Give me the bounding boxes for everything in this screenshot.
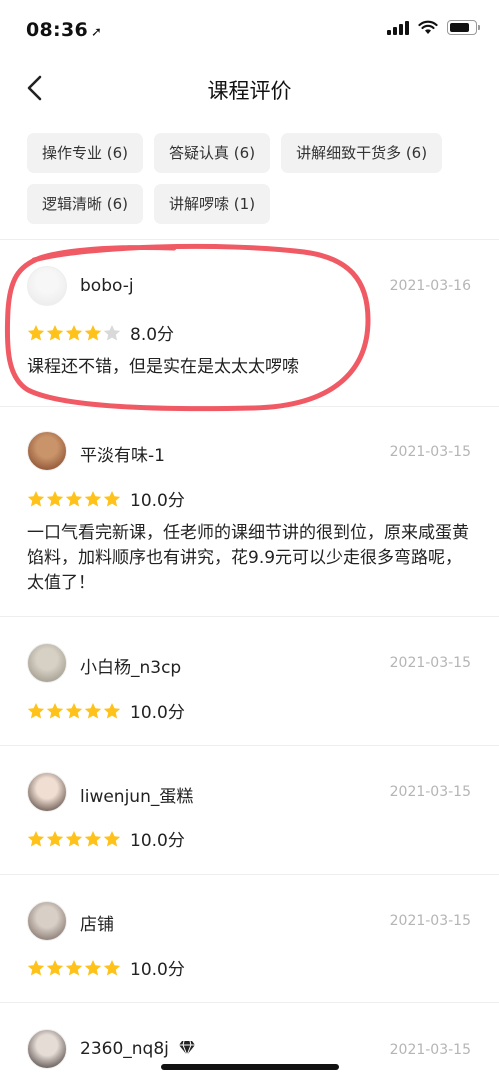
review-item: 平淡有味-1 2021-03-15 10.0分 一口气看完新课，任老师的课细节讲… — [0, 407, 499, 617]
score-text: 10.0分 — [130, 960, 185, 980]
reviewer-name[interactable]: liwenjun_蛋糕 — [80, 782, 193, 807]
review-content: 一口气看完新课，任老师的课细节讲的很到位，原来咸蛋黄馅料，加料顺序也有讲究，花9… — [27, 523, 469, 593]
star-rating — [27, 830, 121, 848]
review-date: 2021-03-15 — [389, 444, 471, 460]
clock-text: 08:36 — [26, 19, 88, 41]
review-item: bobo-j 2021-03-16 8.0分 课程还不错，但是实在是太太太啰嗦 — [0, 240, 499, 407]
star-filled-icon — [84, 490, 102, 506]
cellular-signal-icon — [387, 20, 409, 35]
reviewer-name[interactable]: 店铺 — [80, 910, 114, 935]
nav-bar: 课程评价 — [0, 62, 499, 114]
reviewer-name[interactable]: 2360_nq8j — [80, 1039, 196, 1059]
star-filled-icon — [65, 830, 83, 846]
review-item: liwenjun_蛋糕 2021-03-15 10.0分 — [0, 745, 499, 875]
tag-chip[interactable]: 操作专业 (6) — [27, 133, 144, 173]
star-filled-icon — [65, 324, 83, 340]
wifi-icon — [418, 20, 438, 34]
star-filled-icon — [65, 702, 83, 718]
star-filled-icon — [84, 959, 102, 975]
star-filled-icon — [65, 490, 83, 506]
review-item: 店铺 2021-03-15 10.0分 — [0, 875, 499, 1003]
home-indicator — [161, 1064, 339, 1070]
star-filled-icon — [27, 324, 45, 340]
avatar[interactable] — [27, 772, 67, 812]
star-filled-icon — [103, 830, 121, 846]
status-time: 08:36 ➚ — [26, 19, 102, 41]
reviewer-name[interactable]: bobo-j — [80, 276, 134, 296]
score-text: 8.0分 — [130, 325, 175, 345]
avatar[interactable] — [27, 266, 67, 306]
tag-chip[interactable]: 讲解细致干货多 (6) — [281, 133, 443, 173]
reviewer-name[interactable]: 小白杨_n3cp — [80, 653, 181, 678]
star-rating — [27, 324, 121, 342]
star-filled-icon — [65, 959, 83, 975]
avatar[interactable] — [27, 1029, 67, 1069]
star-filled-icon — [46, 959, 64, 975]
star-filled-icon — [84, 830, 102, 846]
star-filled-icon — [84, 324, 102, 340]
avatar[interactable] — [27, 431, 67, 471]
rating: 10.0分 — [27, 486, 185, 511]
tag-chip[interactable]: 讲解啰嗦 (1) — [154, 184, 271, 224]
review-date: 2021-03-15 — [389, 655, 471, 671]
star-filled-icon — [103, 959, 121, 975]
star-empty-icon — [103, 324, 121, 340]
score-text: 10.0分 — [130, 831, 185, 851]
avatar[interactable] — [27, 643, 67, 683]
reviewer-name-text: 2360_nq8j — [80, 1039, 169, 1059]
star-filled-icon — [27, 702, 45, 718]
star-filled-icon — [46, 830, 64, 846]
status-icons — [387, 20, 480, 35]
star-filled-icon — [27, 830, 45, 846]
tag-list: 操作专业 (6) 答疑认真 (6) 讲解细致干货多 (6) 逻辑清晰 (6) 讲… — [27, 133, 477, 224]
avatar[interactable] — [27, 901, 67, 941]
score-text: 10.0分 — [130, 491, 185, 511]
review-date: 2021-03-15 — [389, 784, 471, 800]
tag-chip[interactable]: 答疑认真 (6) — [154, 133, 271, 173]
star-rating — [27, 702, 121, 720]
rating: 8.0分 — [27, 320, 174, 345]
star-rating — [27, 959, 121, 977]
star-filled-icon — [46, 702, 64, 718]
review-content: 课程还不错，但是实在是太太太啰嗦 — [27, 357, 299, 377]
score-text: 10.0分 — [130, 703, 185, 723]
review-date: 2021-03-15 — [389, 1042, 471, 1058]
star-filled-icon — [84, 702, 102, 718]
review-date: 2021-03-15 — [389, 913, 471, 929]
rating: 10.0分 — [27, 826, 185, 851]
reviewer-name[interactable]: 平淡有味-1 — [80, 441, 165, 466]
star-filled-icon — [27, 959, 45, 975]
battery-icon — [447, 20, 480, 35]
rating: 10.0分 — [27, 955, 185, 980]
star-filled-icon — [103, 490, 121, 506]
star-filled-icon — [46, 324, 64, 340]
location-icon: ➚ — [90, 25, 103, 40]
rating: 10.0分 — [27, 698, 185, 723]
review-date: 2021-03-16 — [389, 278, 471, 294]
star-filled-icon — [27, 490, 45, 506]
tag-chip[interactable]: 逻辑清晰 (6) — [27, 184, 144, 224]
page-title: 课程评价 — [207, 79, 292, 103]
star-filled-icon — [46, 490, 64, 506]
star-filled-icon — [103, 702, 121, 718]
diamond-icon — [179, 1040, 196, 1056]
star-rating — [27, 490, 121, 508]
status-bar: 08:36 ➚ — [0, 0, 499, 62]
review-item: 小白杨_n3cp 2021-03-15 10.0分 — [0, 617, 499, 746]
